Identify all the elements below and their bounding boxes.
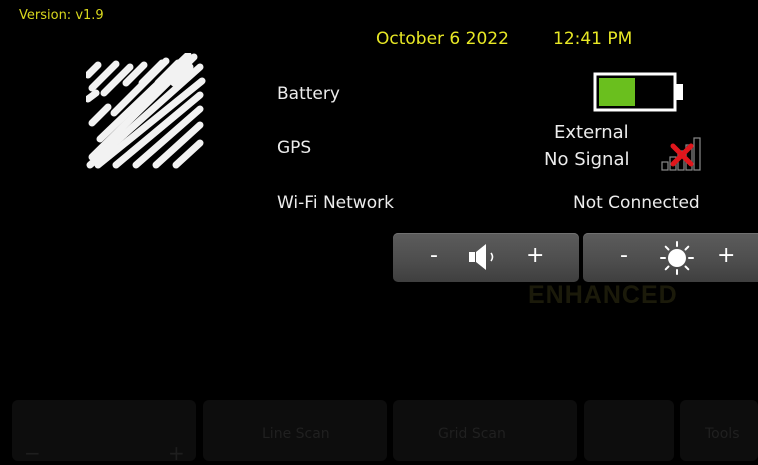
volume-decrease-button[interactable]: -	[430, 243, 438, 269]
volume-increase-button[interactable]: +	[526, 243, 544, 269]
background-tile-4	[584, 400, 674, 461]
wifi-status: Not Connected	[573, 193, 700, 213]
gps-status: No Signal	[544, 149, 630, 170]
brightness-control: - +	[583, 233, 758, 282]
background-plus: +	[168, 441, 185, 465]
date-display: October 6 2022	[376, 29, 509, 49]
brightness-increase-button[interactable]: +	[717, 243, 735, 269]
gps-label: GPS	[277, 138, 312, 158]
background-minus: −	[24, 441, 41, 465]
battery-icon	[593, 72, 683, 112]
version-label: Version: v1.9	[19, 8, 104, 23]
sun-icon	[660, 241, 694, 275]
gps-source: External	[554, 122, 629, 143]
battery-level-fill	[599, 78, 635, 106]
background-tab-line-scan-label: Line Scan	[262, 426, 330, 442]
logo-icon	[86, 53, 206, 169]
background-tab-grid-scan-label: Grid Scan	[438, 426, 506, 442]
time-display: 12:41 PM	[553, 29, 633, 49]
no-signal-icon	[661, 137, 701, 171]
brightness-decrease-button[interactable]: -	[620, 243, 628, 269]
background-tab-tools-label: Tools	[705, 426, 740, 442]
speaker-icon	[469, 244, 494, 270]
wifi-label: Wi-Fi Network	[277, 193, 394, 213]
background-watermark: ENHANCED	[528, 281, 678, 309]
volume-control: - +	[393, 233, 579, 282]
battery-label: Battery	[277, 84, 340, 104]
